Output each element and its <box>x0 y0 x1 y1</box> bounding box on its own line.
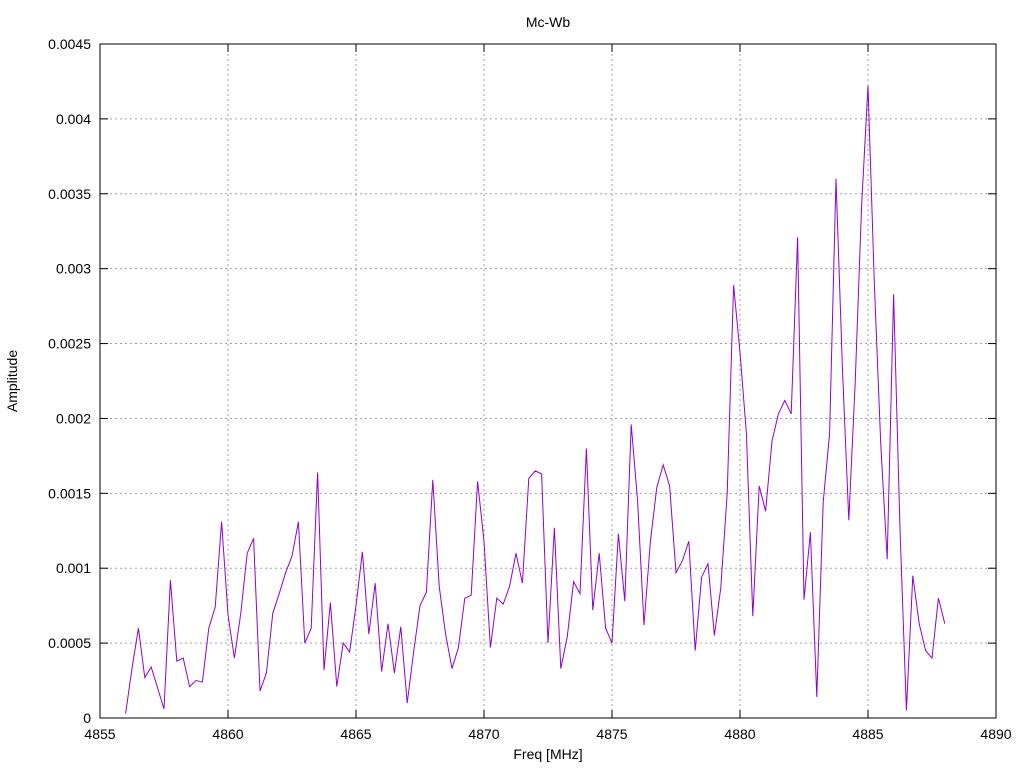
chart-title: Mc-Wb <box>526 14 571 30</box>
y-tick-label: 0 <box>83 710 91 726</box>
x-axis-label: Freq [MHz] <box>513 746 582 762</box>
y-tick-label: 0.003 <box>56 261 91 277</box>
y-tick-label: 0.0015 <box>48 485 91 501</box>
x-tick-label: 4885 <box>852 726 883 742</box>
y-tick-label: 0.0045 <box>48 36 91 52</box>
x-tick-label: 4875 <box>596 726 627 742</box>
y-tick-label: 0.0035 <box>48 186 91 202</box>
x-tick-label: 4890 <box>980 726 1011 742</box>
y-tick-label: 0.0005 <box>48 635 91 651</box>
y-tick-label: 0.002 <box>56 410 91 426</box>
x-tick-label: 4870 <box>468 726 499 742</box>
x-tick-label: 4865 <box>340 726 371 742</box>
y-axis-label: Amplitude <box>4 350 20 412</box>
chart-background <box>0 0 1024 768</box>
x-tick-label: 4880 <box>724 726 755 742</box>
x-tick-label: 4860 <box>212 726 243 742</box>
chart: 4855 4860 4865 4870 4875 4880 4885 4890 0 0.0005… <box>0 0 1024 768</box>
y-tick-label: 0.0025 <box>48 336 91 352</box>
x-tick-label: 4855 <box>84 726 115 742</box>
y-tick-label: 0.001 <box>56 560 91 576</box>
y-tick-label: 0.004 <box>56 111 91 127</box>
